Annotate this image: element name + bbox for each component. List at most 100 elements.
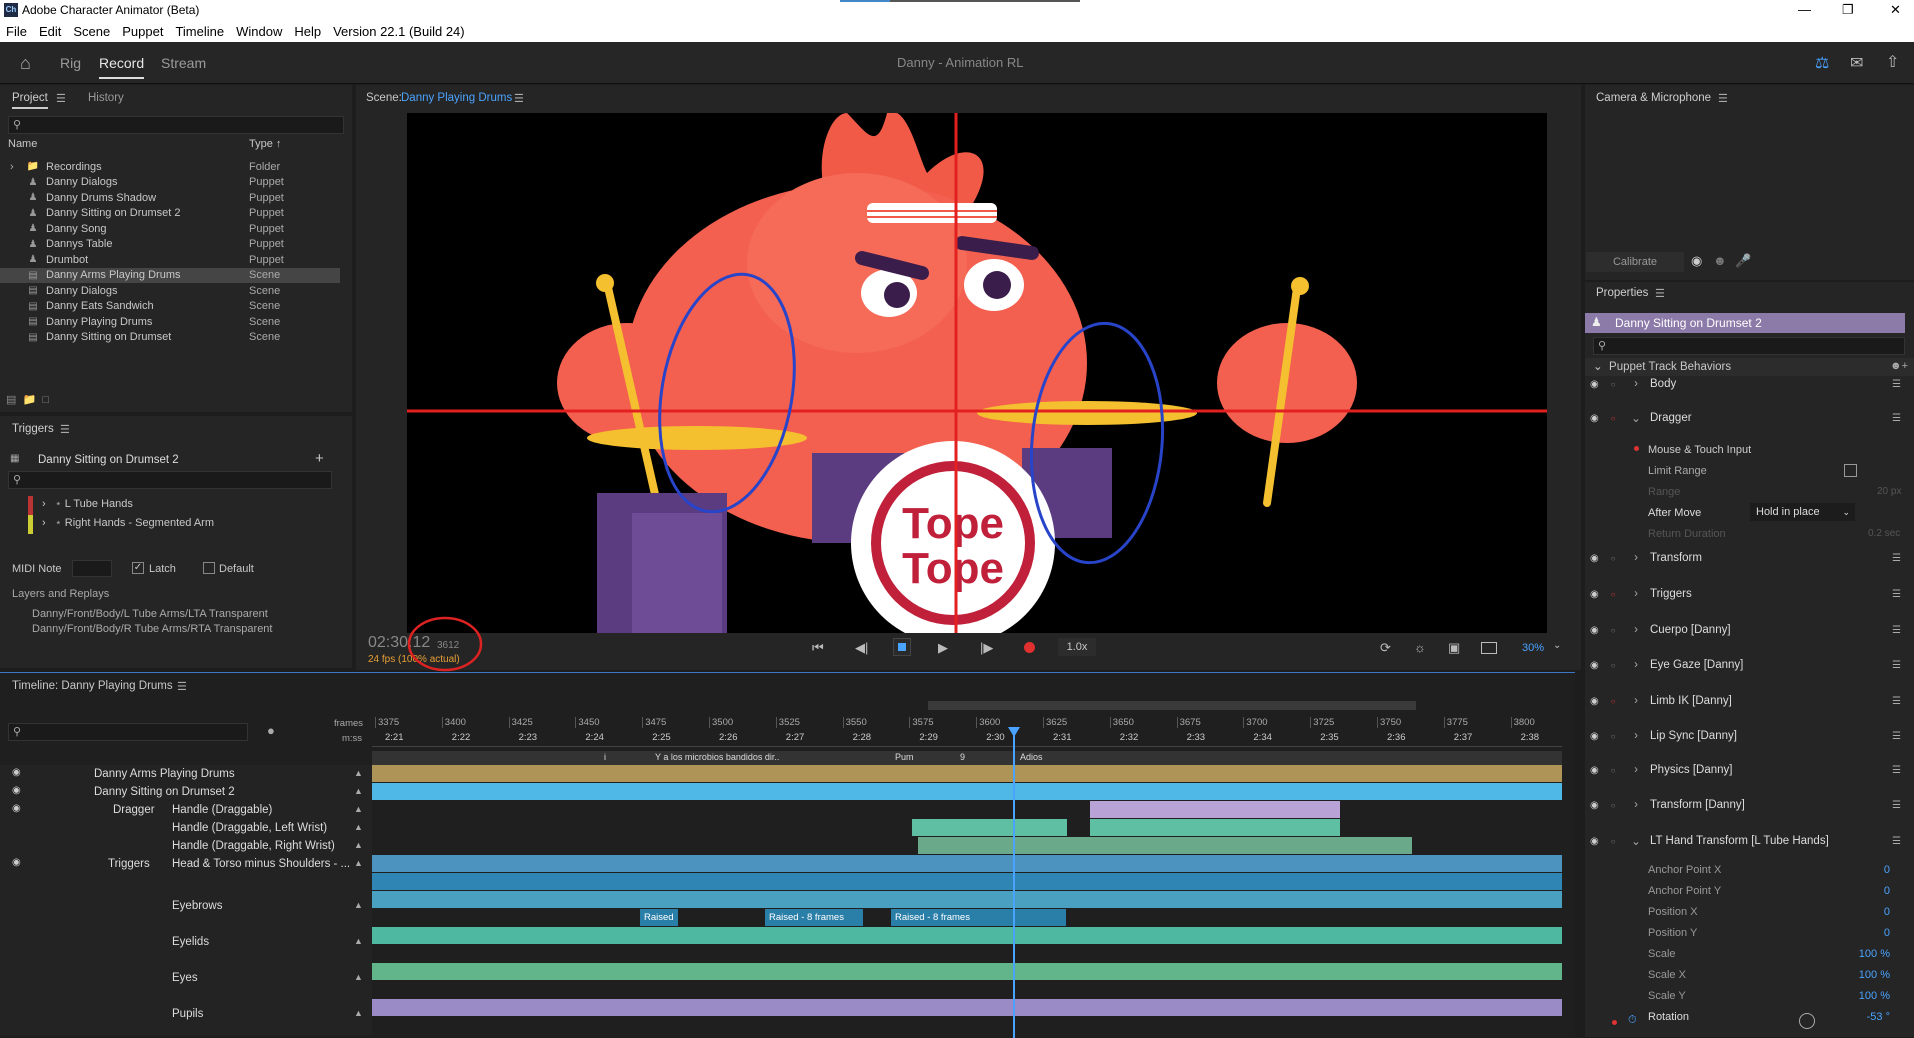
play-icon[interactable]: ▶ bbox=[938, 640, 948, 656]
behavior-row[interactable]: ◉ ○ ⌄ Dragger ☰ bbox=[1590, 406, 1908, 430]
track-clip[interactable] bbox=[1090, 819, 1340, 836]
behavior-menu-icon[interactable]: ☰ bbox=[1892, 800, 1908, 811]
trigger-search-input[interactable]: ⚲ bbox=[8, 471, 332, 489]
triggers-menu-icon[interactable]: ☰ bbox=[60, 423, 70, 436]
project-item[interactable]: ▤ Danny Arms Playing Drums Scene bbox=[0, 267, 340, 283]
track-clip[interactable] bbox=[372, 927, 1562, 944]
menu-help[interactable]: Help bbox=[294, 24, 321, 39]
menu-scene[interactable]: Scene bbox=[73, 24, 110, 39]
project-item[interactable]: ♟ Danny Sitting on Drumset 2 Puppet bbox=[0, 206, 340, 221]
timeline-scrollbar[interactable] bbox=[928, 701, 1416, 710]
project-item[interactable]: ♟ Danny Dialogs Puppet bbox=[0, 175, 340, 190]
timeline-search-input[interactable]: ⚲ bbox=[8, 723, 248, 741]
behavior-menu-icon[interactable]: ☰ bbox=[1892, 625, 1908, 636]
behavior-menu-icon[interactable]: ☰ bbox=[1892, 553, 1908, 564]
expand-chevron-icon[interactable]: › bbox=[1622, 799, 1650, 811]
behavior-menu-icon[interactable]: ☰ bbox=[1892, 696, 1908, 707]
midi-note-field[interactable] bbox=[72, 560, 112, 577]
default-checkbox[interactable] bbox=[203, 562, 215, 574]
expand-chevron-icon[interactable]: › bbox=[1622, 764, 1650, 776]
project-item[interactable]: ♟ Danny Song Puppet bbox=[0, 221, 340, 236]
calibrate-button[interactable]: Calibrate bbox=[1586, 252, 1684, 272]
visibility-eye-icon[interactable]: ◉ bbox=[1590, 625, 1604, 636]
visibility-eye-icon[interactable]: ◉ bbox=[1590, 765, 1604, 776]
behavior-menu-icon[interactable]: ☰ bbox=[1892, 836, 1908, 847]
record-arm-icon[interactable]: ○ bbox=[1604, 590, 1622, 599]
lt-param-value[interactable]: 0 bbox=[1884, 927, 1890, 939]
panel-menu-icon[interactable]: ☰ bbox=[56, 92, 66, 105]
track-clip[interactable] bbox=[372, 855, 1562, 872]
minimize-button[interactable]: — bbox=[1798, 2, 1811, 17]
expand-chevron-icon[interactable]: › bbox=[1622, 378, 1650, 390]
playback-speed[interactable]: 1.0x bbox=[1058, 638, 1096, 656]
beta-flask-icon[interactable]: ⚖ bbox=[1815, 53, 1829, 73]
step-forward-icon[interactable]: |▶ bbox=[980, 640, 993, 656]
project-search-input[interactable]: ⚲ bbox=[8, 116, 344, 134]
visibility-eye-icon[interactable]: ◉ bbox=[1590, 589, 1604, 600]
onion-skin-icon[interactable]: ☼ bbox=[1414, 640, 1426, 655]
microphone-icon[interactable]: 🎤 bbox=[1735, 253, 1751, 269]
expand-chevron-icon[interactable]: › bbox=[1622, 695, 1650, 707]
trigger-item[interactable]: › ⋆ L Tube Hands bbox=[42, 497, 133, 510]
trigger-item[interactable]: › ⋆ Right Hands - Segmented Arm bbox=[42, 516, 214, 529]
expand-chevron-icon[interactable]: › bbox=[1622, 624, 1650, 636]
track-clip[interactable] bbox=[372, 765, 1562, 782]
stopwatch-icon[interactable]: ⏱ bbox=[1628, 1014, 1637, 1027]
track-clip[interactable] bbox=[372, 963, 1562, 980]
col-name-header[interactable]: Name bbox=[8, 138, 37, 150]
add-trigger-icon[interactable]: + bbox=[315, 450, 324, 467]
scene-menu-icon[interactable]: ☰ bbox=[514, 92, 524, 105]
behavior-menu-icon[interactable]: ☰ bbox=[1892, 413, 1908, 424]
stage-canvas[interactable]: Tope Tope bbox=[407, 113, 1547, 633]
lt-param-value[interactable]: 100 % bbox=[1859, 969, 1890, 981]
visibility-eye-icon[interactable]: ◉ bbox=[1590, 379, 1604, 390]
frame-view-icon[interactable] bbox=[1481, 642, 1497, 654]
visibility-eye-icon[interactable]: ◉ bbox=[1590, 731, 1604, 742]
track-clip[interactable] bbox=[372, 873, 1562, 890]
behavior-menu-icon[interactable]: ☰ bbox=[1892, 731, 1908, 742]
maximize-button[interactable]: ❐ bbox=[1842, 2, 1854, 18]
new-folder-icon[interactable]: ▤ 📁 □ bbox=[6, 393, 49, 406]
project-item[interactable]: › 📁 Recordings Folder bbox=[0, 159, 340, 174]
playhead[interactable] bbox=[1013, 733, 1015, 1038]
record-arm-icon[interactable]: ○ bbox=[1604, 697, 1622, 706]
webcam-icon[interactable]: ◉ bbox=[1691, 253, 1702, 269]
behavior-menu-icon[interactable]: ☰ bbox=[1892, 765, 1908, 776]
tab-rig[interactable]: Rig bbox=[60, 55, 81, 71]
track-clip[interactable] bbox=[918, 837, 1412, 854]
add-behavior-icon[interactable]: ☻+ bbox=[1890, 360, 1908, 372]
project-item[interactable]: ▤ Danny Eats Sandwich Scene bbox=[0, 299, 340, 314]
expand-chevron-icon[interactable]: › bbox=[1622, 730, 1650, 742]
track-clip[interactable] bbox=[372, 999, 1562, 1016]
track-clip[interactable] bbox=[1090, 801, 1340, 818]
step-back-icon[interactable]: ◀| bbox=[855, 640, 868, 656]
lt-param-value[interactable]: 100 % bbox=[1859, 990, 1890, 1002]
expand-chevron-icon[interactable]: ⌄ bbox=[1622, 834, 1650, 848]
tab-stream[interactable]: Stream bbox=[161, 55, 206, 71]
menu-file[interactable]: File bbox=[6, 24, 27, 39]
latch-checkbox[interactable]: ✓ bbox=[132, 562, 144, 574]
visibility-eye-icon[interactable]: ◉ bbox=[1590, 836, 1604, 847]
menu-timeline[interactable]: Timeline bbox=[175, 24, 224, 39]
lt-param-value[interactable]: 0 bbox=[1884, 906, 1890, 918]
project-item[interactable]: ♟ Danny Drums Shadow Puppet bbox=[0, 190, 340, 205]
record-button[interactable] bbox=[1024, 642, 1035, 653]
lt-param-value[interactable]: 0 bbox=[1884, 864, 1890, 876]
col-type-header[interactable]: Type ↑ bbox=[249, 138, 281, 150]
stop-button[interactable] bbox=[893, 638, 911, 656]
visibility-eye-icon[interactable]: ◉ bbox=[1590, 660, 1604, 671]
close-button[interactable]: ✕ bbox=[1890, 2, 1901, 18]
tab-history[interactable]: History bbox=[88, 92, 124, 104]
menu-window[interactable]: Window bbox=[236, 24, 282, 39]
project-item[interactable]: ♟ Drumbot Puppet bbox=[0, 252, 340, 267]
behavior-row[interactable]: ◉ ○ › Transform [Danny] ☰ bbox=[1590, 793, 1908, 817]
expand-chevron-icon[interactable]: › bbox=[1622, 552, 1650, 564]
behavior-row[interactable]: ◉ ○ › Body ☰ bbox=[1590, 372, 1908, 396]
marker[interactable]: 9 bbox=[960, 752, 965, 762]
expand-chevron-icon[interactable]: ⌄ bbox=[1622, 411, 1650, 425]
record-arm-icon[interactable]: ○ bbox=[1604, 414, 1622, 423]
record-arm-icon[interactable]: ○ bbox=[1604, 837, 1622, 846]
behavior-menu-icon[interactable]: ☰ bbox=[1892, 589, 1908, 600]
limit-range-checkbox[interactable] bbox=[1844, 464, 1857, 477]
behavior-row[interactable]: ◉ ○ › Eye Gaze [Danny] ☰ bbox=[1590, 653, 1908, 677]
